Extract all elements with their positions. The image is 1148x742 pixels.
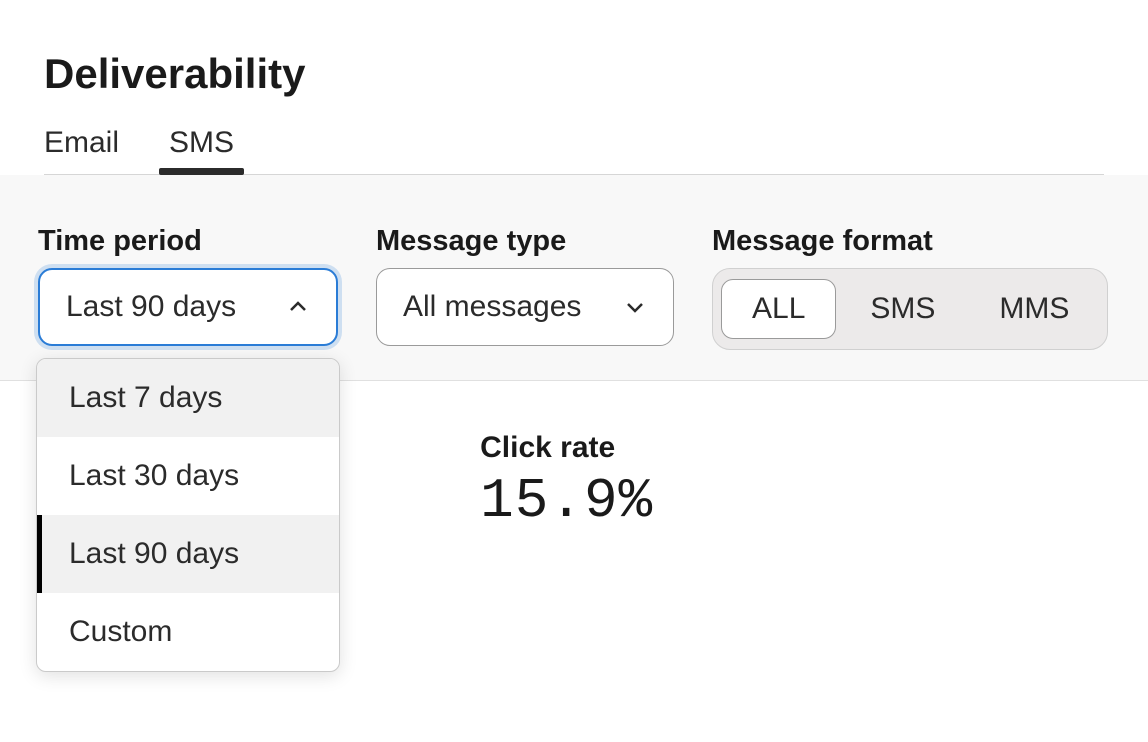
message-type-filter: Message type All messages	[376, 225, 674, 350]
stat-click-rate-value: 15.9%	[480, 469, 653, 533]
tab-email[interactable]: Email	[44, 126, 119, 174]
filters-bar: Time period Last 90 days Last 7 days Las…	[0, 175, 1148, 381]
tabs: Email SMS	[44, 126, 1104, 175]
segment-sms[interactable]: SMS	[840, 280, 965, 338]
time-option-last-90-days[interactable]: Last 90 days	[37, 515, 339, 593]
time-period-filter: Time period Last 90 days Last 7 days Las…	[38, 225, 338, 350]
message-format-segmented: ALL SMS MMS	[712, 268, 1108, 350]
time-period-dropdown[interactable]: Last 90 days	[38, 268, 338, 346]
time-period-label: Time period	[38, 225, 338, 258]
chevron-up-icon	[286, 295, 310, 319]
message-format-label: Message format	[712, 225, 1108, 258]
segment-all[interactable]: ALL	[721, 279, 836, 339]
page-title: Deliverability	[44, 50, 1104, 98]
time-period-selected: Last 90 days	[66, 290, 236, 324]
message-type-label: Message type	[376, 225, 674, 258]
message-format-filter: Message format ALL SMS MMS	[712, 225, 1108, 350]
tab-sms[interactable]: SMS	[169, 126, 234, 174]
message-type-dropdown[interactable]: All messages	[376, 268, 674, 346]
time-option-last-7-days[interactable]: Last 7 days	[37, 359, 339, 437]
stat-click-rate: Click rate 15.9%	[480, 431, 653, 533]
time-option-custom[interactable]: Custom	[37, 593, 339, 671]
message-type-selected: All messages	[403, 290, 581, 324]
time-option-last-30-days[interactable]: Last 30 days	[37, 437, 339, 515]
stat-click-rate-label: Click rate	[480, 431, 653, 465]
chevron-down-icon	[623, 295, 647, 319]
time-period-dropdown-menu: Last 7 days Last 30 days Last 90 days Cu…	[36, 358, 340, 672]
segment-mms[interactable]: MMS	[969, 280, 1099, 338]
